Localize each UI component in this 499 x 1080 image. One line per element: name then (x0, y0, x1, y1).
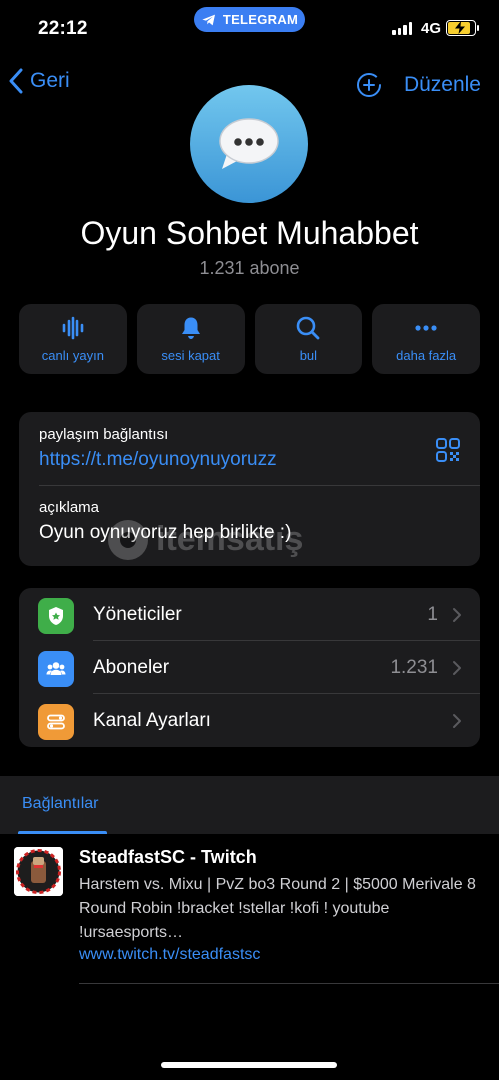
back-label: Geri (30, 69, 70, 92)
subscribers-count-value: 1.231 (390, 657, 438, 678)
description-section: açıklama Oyun oynuyoruz hep birlikte :) (39, 499, 291, 544)
description-text: Oyun oynuyoruz hep birlikte :) (39, 522, 292, 543)
tab-links[interactable]: Bağlantılar (22, 795, 99, 813)
link-thumbnail (14, 847, 63, 896)
info-separator (39, 485, 480, 486)
subscribers-icon (38, 651, 74, 687)
link-title: SteadfastSC - Twitch (79, 847, 257, 867)
chevron-right-icon (453, 608, 461, 622)
search-button[interactable]: bul (254, 304, 363, 374)
telegram-icon (202, 14, 215, 25)
chevron-right-icon (453, 714, 461, 728)
action-buttons: canlı yayın sesi kapat bul daha fazla (19, 304, 480, 374)
qr-code-icon[interactable] (435, 437, 461, 463)
mute-label: sesi kapat (161, 348, 220, 363)
add-circle-icon[interactable] (356, 72, 382, 98)
mute-button[interactable]: sesi kapat (136, 304, 245, 374)
battery-icon (446, 20, 479, 36)
edit-button[interactable]: Düzenle (404, 73, 481, 97)
more-button[interactable]: daha fazla (372, 304, 480, 374)
network-type: 4G (421, 20, 442, 37)
share-link[interactable]: https://t.me/oyunoynuyoruzz (39, 449, 277, 471)
chat-bubble-icon (219, 118, 279, 169)
live-stream-icon (62, 316, 84, 340)
bell-icon (181, 317, 200, 339)
subscribers-label: Aboneler (93, 657, 170, 678)
link-url[interactable]: www.twitch.tv/steadfastsc (79, 946, 260, 964)
admins-row[interactable]: Yöneticiler 1 (19, 588, 480, 641)
share-link-label: paylaşım bağlantısı (39, 426, 169, 443)
info-card: paylaşım bağlantısı https://t.me/oyunoyn… (19, 412, 480, 566)
chevron-right-icon (453, 661, 461, 675)
chevron-left-icon (9, 68, 23, 94)
search-icon (297, 316, 320, 340)
more-icon (415, 325, 437, 331)
share-link-section[interactable]: paylaşım bağlantısı https://t.me/oyunoyn… (39, 426, 277, 471)
subscribers-row[interactable]: Aboneler 1.231 (19, 641, 480, 694)
settings-list: Yöneticiler 1 Aboneler 1.231 Kanal Ayarl… (19, 588, 480, 747)
live-stream-label: canlı yayın (41, 348, 104, 363)
link-description: Harstem vs. Mixu | PvZ bo3 Round 2 | $50… (79, 876, 476, 941)
search-label: bul (299, 348, 318, 363)
signal-icon (392, 22, 412, 35)
description-label: açıklama (39, 499, 100, 516)
link-separator (79, 983, 499, 984)
telegram-pill-label: TELEGRAM (222, 12, 299, 27)
media-tabs: Bağlantılar (0, 776, 499, 834)
link-preview-item[interactable]: SteadfastSC - Twitch Harstem vs. Mixu | … (0, 834, 499, 984)
status-bar: 22:12 TELEGRAM 4G (0, 0, 499, 50)
channel-avatar[interactable] (190, 85, 308, 203)
status-time: 22:12 (38, 18, 88, 39)
live-stream-button[interactable]: canlı yayın (19, 304, 127, 374)
admins-label: Yöneticiler (93, 604, 182, 625)
channel-name: Oyun Sohbet Muhabbet (80, 215, 419, 251)
admin-shield-icon (38, 598, 74, 634)
telegram-pill[interactable]: TELEGRAM (194, 7, 305, 32)
settings-toggle-icon (38, 704, 74, 740)
back-button[interactable]: Geri (8, 68, 70, 94)
channel-settings-label: Kanal Ayarları (93, 710, 211, 731)
home-indicator[interactable] (161, 1062, 337, 1068)
more-label: daha fazla (396, 348, 457, 363)
channel-settings-row[interactable]: Kanal Ayarları (19, 694, 480, 747)
admins-count: 1 (427, 604, 438, 625)
subscriber-count: 1.231 abone (199, 258, 300, 278)
